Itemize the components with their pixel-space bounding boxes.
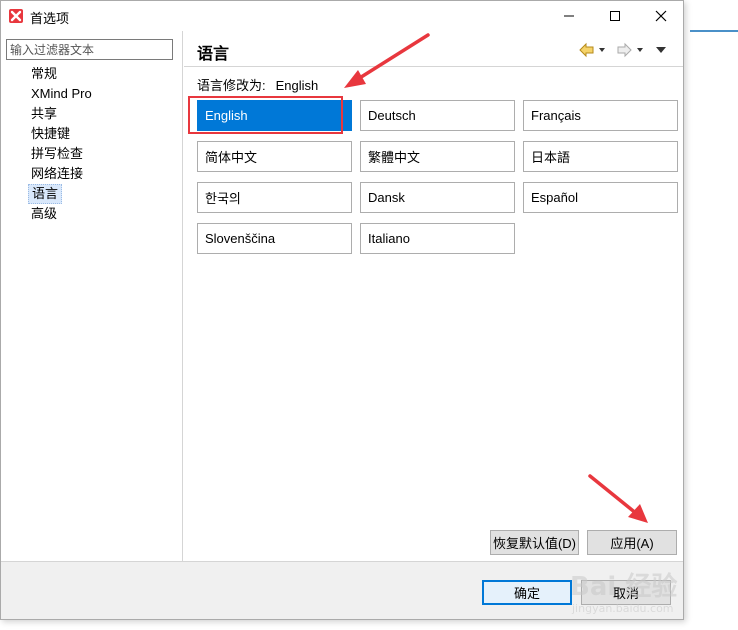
apply-button[interactable]: 应用(A) — [587, 530, 677, 555]
tree-item-spelling[interactable]: 拼写检查 — [1, 144, 183, 164]
language-button-slovenscina[interactable]: Slovenščina — [197, 223, 352, 254]
tree-item-shortcuts[interactable]: 快捷键 — [1, 124, 183, 144]
window-title: 首选项 — [30, 11, 70, 26]
restore-defaults-button[interactable]: 恢复默认值(D) — [490, 530, 579, 555]
tree-item-xmind-pro[interactable]: XMind Pro — [1, 84, 183, 104]
language-page: 语言 语言修改为: English English Deutsch Françai… — [184, 31, 683, 561]
language-changed-label: 语言修改为: — [197, 78, 266, 93]
language-changed-status: 语言修改为: English — [197, 75, 318, 94]
forward-arrow-icon[interactable] — [617, 42, 632, 58]
filter-input[interactable] — [6, 39, 173, 60]
minimize-icon — [564, 15, 574, 17]
history-nav — [579, 42, 666, 58]
back-arrow-icon[interactable] — [579, 42, 594, 58]
language-changed-value: English — [275, 78, 319, 93]
maximize-icon — [610, 11, 620, 21]
language-button-dansk[interactable]: Dansk — [360, 182, 515, 213]
language-button-francais[interactable]: Français — [523, 100, 678, 131]
close-icon — [655, 10, 667, 22]
background-accent-line — [690, 30, 738, 32]
preference-tree: 常规 XMind Pro 共享 快捷键 拼写检查 网络连接 语言 高级 — [1, 64, 183, 224]
header-separator — [184, 66, 683, 67]
preferences-window: 首选项 常规 XMind Pro 共享 快捷键 拼写检查 网络连接 语言 高级 … — [0, 0, 684, 620]
language-button-deutsch[interactable]: Deutsch — [360, 100, 515, 131]
view-menu-chevron-icon[interactable] — [656, 47, 666, 53]
tree-item-language[interactable]: 语言 — [1, 184, 183, 204]
tree-item-advanced[interactable]: 高级 — [1, 204, 183, 224]
ok-button[interactable]: 确定 — [482, 580, 572, 605]
language-button-italiano[interactable]: Italiano — [360, 223, 515, 254]
minimize-button[interactable] — [546, 1, 592, 31]
tree-item-general[interactable]: 常规 — [1, 64, 183, 84]
back-menu-chevron-icon[interactable] — [599, 48, 605, 52]
language-button-japanese[interactable]: 日本語 — [523, 141, 678, 172]
forward-menu-chevron-icon[interactable] — [637, 48, 643, 52]
xmind-x-icon — [9, 9, 23, 23]
title-bar[interactable]: 首选项 — [1, 1, 683, 31]
tree-item-sharing[interactable]: 共享 — [1, 104, 183, 124]
close-button[interactable] — [638, 1, 684, 31]
preference-tree-pane: 常规 XMind Pro 共享 快捷键 拼写检查 网络连接 语言 高级 — [1, 31, 183, 561]
maximize-button[interactable] — [592, 1, 638, 31]
language-button-traditional-chinese[interactable]: 繁體中文 — [360, 141, 515, 172]
cancel-button[interactable]: 取消 — [581, 580, 671, 605]
language-button-korean[interactable]: 한국의 — [197, 182, 352, 213]
dialog-button-bar: 确定 取消 — [1, 561, 683, 619]
language-button-espanol[interactable]: Español — [523, 182, 678, 213]
page-title: 语言 — [197, 46, 230, 63]
language-button-english[interactable]: English — [197, 100, 352, 131]
language-button-simplified-chinese[interactable]: 简体中文 — [197, 141, 352, 172]
tree-item-network[interactable]: 网络连接 — [1, 164, 183, 184]
